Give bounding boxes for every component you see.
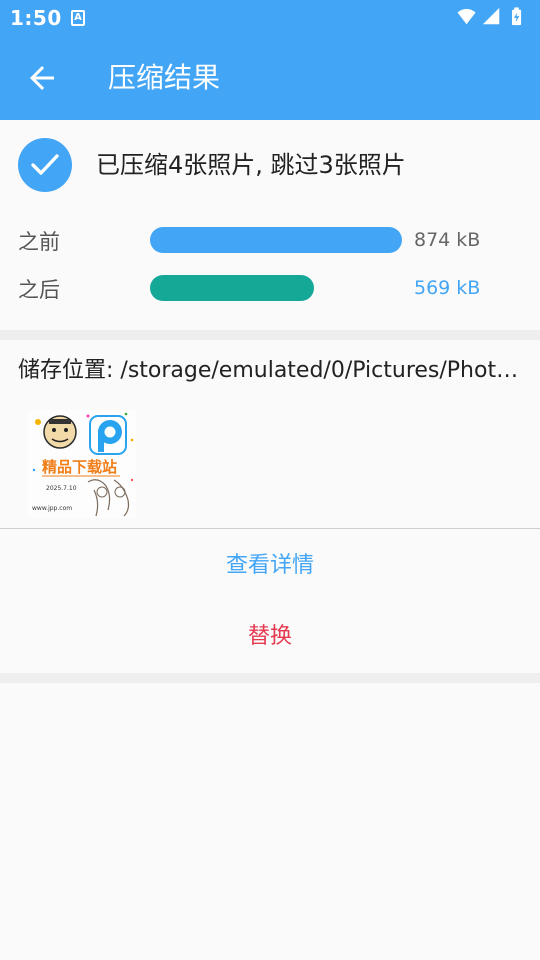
after-size-bar [150, 275, 402, 301]
page-title: 压缩结果 [108, 61, 221, 94]
status-time: 1:50 [10, 6, 62, 30]
section-divider [0, 330, 540, 340]
arrow-back-icon [30, 66, 54, 90]
compression-summary: 已压缩4张照片, 跳过3张照片 [96, 151, 406, 179]
thumbnail-url: www.jpp.com [32, 505, 72, 512]
storage-location: 储存位置: /storage/emulated/0/Pictures/Photo… [18, 358, 528, 383]
check-icon [31, 154, 59, 175]
thumbnail-image: 精品下载站 2025.7.10 www.jpp.com [28, 410, 136, 518]
before-size-value: 874 kB [414, 229, 481, 251]
before-size-bar [150, 227, 402, 253]
thumbnail-date: 2025.7.10 [46, 485, 77, 492]
before-bar-fill [150, 227, 402, 253]
after-size-value: 569 kB [414, 277, 481, 299]
after-label: 之后 [18, 278, 60, 302]
before-label: 之前 [18, 230, 60, 254]
check-circle-icon [18, 138, 72, 192]
system-status-icons [457, 7, 522, 26]
battery-icon [512, 7, 522, 26]
replace-button[interactable]: 替换 [0, 617, 540, 657]
view-details-button[interactable]: 查看详情 [0, 546, 540, 586]
status-bar: 1:50 A [0, 0, 540, 36]
notification-icon: A [71, 10, 85, 26]
thumbnail-caption: 精品下载站 [42, 458, 117, 476]
photo-thumbnail[interactable]: 精品下载站 2025.7.10 www.jpp.com [28, 410, 136, 518]
section-divider-bottom [0, 673, 540, 683]
after-bar-fill [150, 275, 315, 301]
signal-icon [482, 7, 500, 25]
wifi-icon [457, 8, 476, 25]
back-button[interactable] [24, 60, 60, 96]
thumbnail-divider [0, 528, 540, 529]
